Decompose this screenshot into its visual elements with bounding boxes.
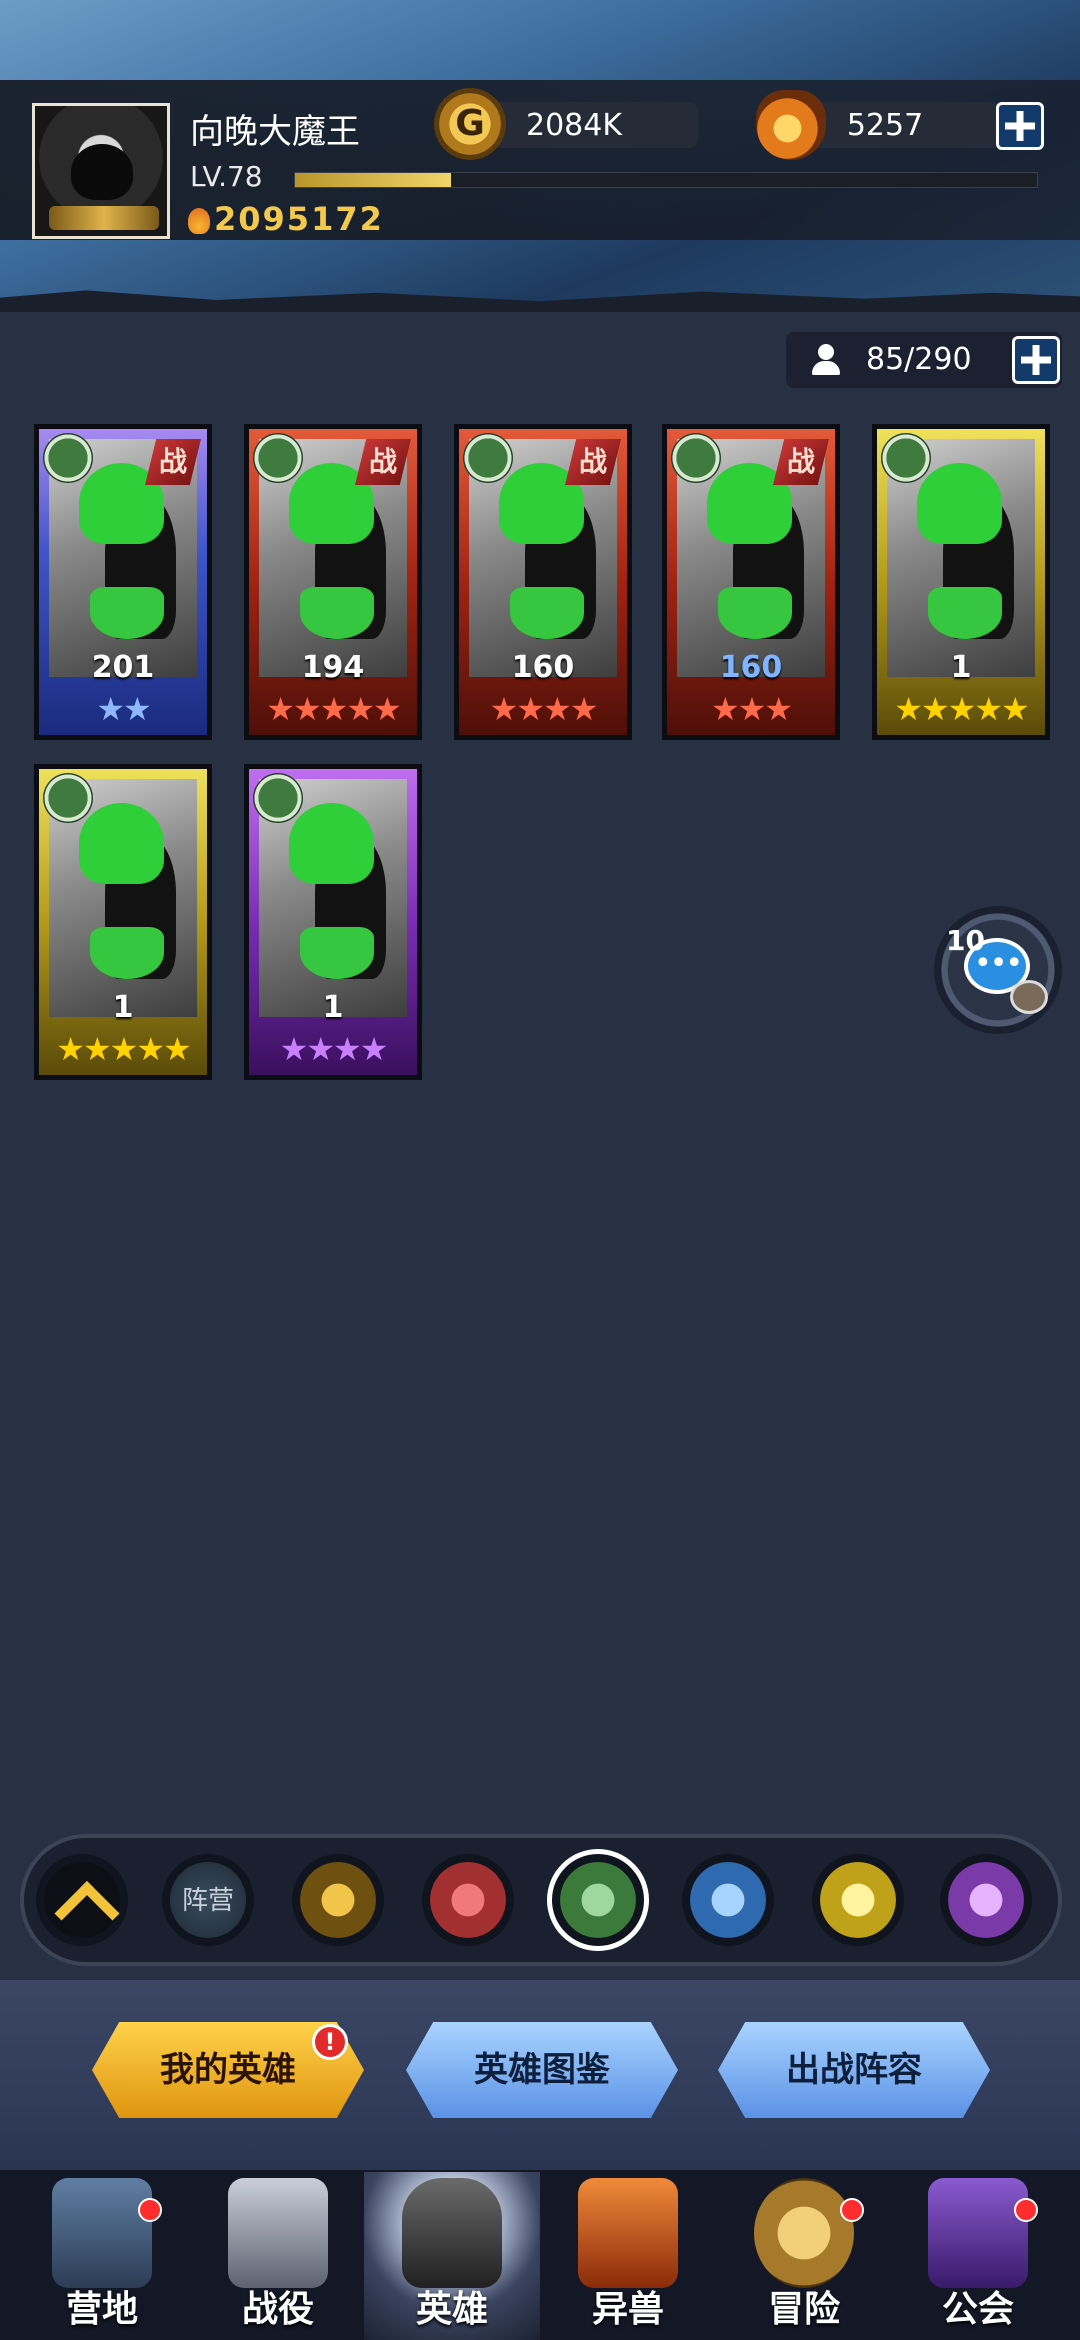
nav-adventure[interactable]: 冒险 <box>716 2172 892 2340</box>
guild-icon <box>928 2178 1028 2288</box>
filter-faction-label: 阵营 <box>181 1886 234 1916</box>
filter-nature-button[interactable] <box>552 1854 644 1946</box>
notification-dot <box>138 2198 162 2222</box>
dark-icon <box>948 1862 1024 1938</box>
hero-stars: ★★★★★ <box>894 690 1029 728</box>
nature-faction-icon <box>253 433 303 483</box>
camp-icon <box>52 2178 152 2288</box>
chat-dots-icon: ••• <box>974 946 1023 981</box>
filter-dark-button[interactable] <box>940 1854 1032 1946</box>
filter-water-button[interactable] <box>682 1854 774 1946</box>
hero-level: 1 <box>112 990 134 1025</box>
avatar-face <box>71 144 133 200</box>
player-level: LV.78 <box>190 160 263 193</box>
gold-coin-icon: G <box>434 88 506 160</box>
beast-icon <box>578 2178 678 2288</box>
nav-campaign-label: 战役 <box>241 2289 314 2330</box>
nav-camp[interactable]: 营地 <box>14 2172 190 2340</box>
hero-card[interactable]: 战 160 ★★★★ <box>456 426 630 738</box>
hero-level: 1 <box>322 990 344 1025</box>
chat-secondary-icon <box>1010 980 1048 1014</box>
nature-faction-icon <box>463 433 513 483</box>
fire-icon <box>430 1862 506 1938</box>
nature-faction-icon <box>253 773 303 823</box>
hero-level: 194 <box>301 650 365 685</box>
hero-stars: ★★ <box>96 690 151 728</box>
nature-icon <box>560 1862 636 1938</box>
hero-card[interactable]: 1 ★★★★★ <box>36 766 210 1078</box>
hero-level: 160 <box>511 650 575 685</box>
light-icon <box>300 1862 376 1938</box>
water-icon <box>690 1862 766 1938</box>
add-gems-button[interactable] <box>996 102 1044 150</box>
hero-stars: ★★★ <box>710 690 793 728</box>
power-flame-icon <box>188 208 210 234</box>
nav-guild[interactable]: 公会 <box>890 2172 1066 2340</box>
xp-bar <box>294 172 1038 188</box>
chevron-up-icon <box>44 1862 120 1938</box>
combat-power: 2095172 <box>188 200 384 238</box>
collapse-up-button[interactable] <box>36 1854 128 1946</box>
nature-faction-icon <box>43 773 93 823</box>
hero-card[interactable]: 战 201 ★★ <box>36 426 210 738</box>
hero-card[interactable]: 战 160 ★★★ <box>664 426 838 738</box>
notification-dot <box>840 2198 864 2222</box>
hero-stars: ★★★★ <box>279 1030 389 1068</box>
hero-card[interactable]: 1 ★★★★★ <box>874 426 1048 738</box>
nav-heroes-label: 英雄 <box>415 2289 488 2330</box>
expand-capacity-button[interactable] <box>1012 336 1060 384</box>
hero-level: 201 <box>91 650 155 685</box>
nav-camp-label: 营地 <box>65 2289 138 2330</box>
nature-faction-icon <box>881 433 931 483</box>
nav-heroes[interactable]: 英雄 <box>364 2172 540 2340</box>
user-add-icon <box>810 344 842 376</box>
nav-campaign[interactable]: 战役 <box>190 2172 366 2340</box>
hero-capacity-value: 85/290 <box>866 342 972 377</box>
player-name: 向晚大魔王 <box>190 112 360 152</box>
compass-icon <box>754 2178 854 2288</box>
filter-fire-button[interactable] <box>422 1854 514 1946</box>
avatar-armor <box>49 206 159 230</box>
tab-alert-badge: ! <box>312 2024 348 2060</box>
tab-hero-dex[interactable]: 英雄图鉴 <box>406 2022 678 2118</box>
gem-icon <box>756 90 826 160</box>
helmet-icon <box>402 2178 502 2288</box>
chat-count: 10 <box>946 924 985 957</box>
filter-faction-all[interactable]: 阵营 <box>162 1854 254 1946</box>
filter-holy-button[interactable] <box>812 1854 904 1946</box>
chat-button[interactable]: ••• 10 <box>934 906 1062 1034</box>
holy-icon <box>820 1862 896 1938</box>
nav-beasts-label: 异兽 <box>591 2289 664 2330</box>
xp-bar-fill <box>295 173 451 187</box>
nature-faction-icon <box>671 433 721 483</box>
hero-screen: 向晚大魔王 LV.78 2095172 2084K G 5257 85/290 … <box>0 0 1080 2340</box>
hero-stars: ★★★★ <box>489 690 599 728</box>
hero-level: 160 <box>719 650 783 685</box>
hero-card[interactable]: 1 ★★★★ <box>246 766 420 1078</box>
nav-guild-label: 公会 <box>941 2289 1014 2330</box>
tab-lineup[interactable]: 出战阵容 <box>718 2022 990 2118</box>
filter-light-button[interactable] <box>292 1854 384 1946</box>
hero-stars: ★★★★★ <box>56 1030 191 1068</box>
hero-level: 1 <box>950 650 972 685</box>
hero-stars: ★★★★★ <box>266 690 401 728</box>
nature-faction-icon <box>43 433 93 483</box>
nav-beasts[interactable]: 异兽 <box>540 2172 716 2340</box>
swords-icon <box>228 2178 328 2288</box>
notification-dot <box>1014 2198 1038 2222</box>
combat-power-value: 2095172 <box>214 200 384 238</box>
player-avatar[interactable] <box>32 103 170 239</box>
hero-card[interactable]: 战 194 ★★★★★ <box>246 426 420 738</box>
nav-adventure-label: 冒险 <box>767 2289 840 2330</box>
